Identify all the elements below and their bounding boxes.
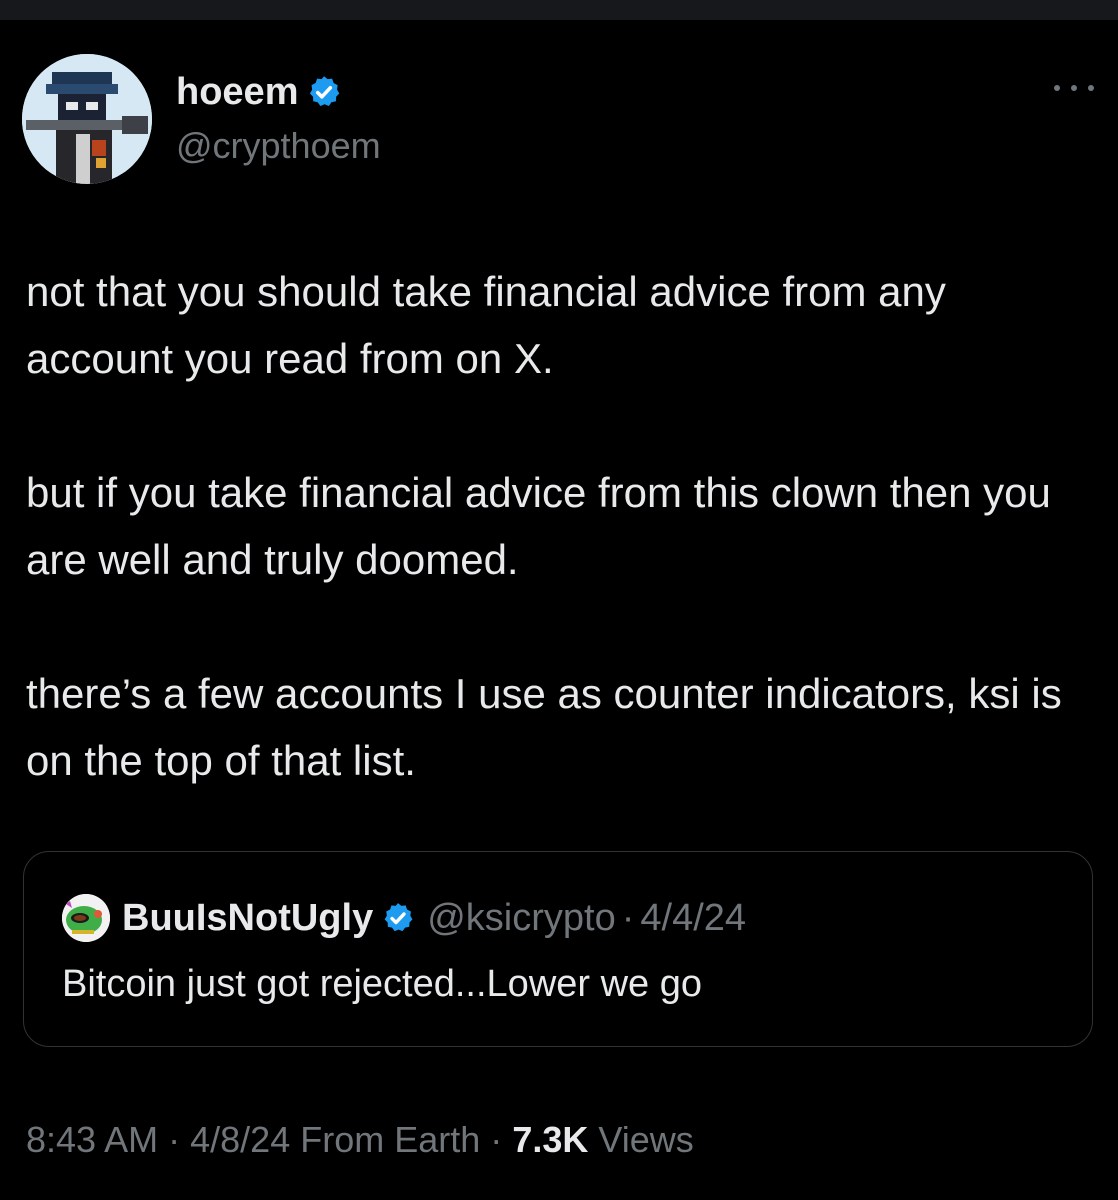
- separator-dot: ·: [621, 896, 635, 939]
- tweet-paragraph: not that you should take financial advic…: [26, 268, 946, 382]
- pixel-art-avatar-icon: [22, 54, 152, 184]
- verified-badge-icon: [384, 903, 413, 932]
- author-avatar[interactable]: [22, 54, 152, 184]
- quoted-author-avatar[interactable]: [62, 894, 110, 942]
- views-label: Views: [598, 1119, 694, 1160]
- tweet-metadata: 8:43 AM · 4/8/24 From Earth · 7.3K Views: [26, 1116, 694, 1164]
- views-count[interactable]: 7.3K: [512, 1119, 588, 1160]
- verified-badge-icon: [310, 76, 340, 106]
- quoted-tweet-header: BuuIsNotUgly @ksicrypto · 4/4/24: [62, 894, 746, 942]
- tweet-source: From Earth: [300, 1119, 481, 1160]
- quoted-author-handle[interactable]: @ksicrypto: [427, 897, 616, 940]
- quoted-author-display-name[interactable]: BuuIsNotUgly: [122, 897, 373, 940]
- cartoon-avatar-icon: [62, 894, 110, 942]
- separator-dot: ·: [168, 1119, 181, 1160]
- author-handle[interactable]: @crypthoem: [176, 124, 381, 168]
- quoted-tweet-date[interactable]: 4/4/24: [640, 897, 746, 940]
- quoted-tweet-card[interactable]: BuuIsNotUgly @ksicrypto · 4/4/24 Bitcoin…: [23, 851, 1093, 1047]
- tweet-body: not that you should take financial advic…: [26, 258, 1096, 861]
- separator-dot: ·: [490, 1119, 503, 1160]
- author-display-name[interactable]: hoeem: [176, 70, 298, 114]
- more-dot: [1054, 85, 1060, 91]
- tweet-date[interactable]: 4/8/24: [190, 1119, 290, 1160]
- more-options-icon[interactable]: [1054, 78, 1094, 98]
- quoted-tweet-text: Bitcoin just got rejected...Lower we go: [62, 963, 703, 1005]
- tweet-paragraph: but if you take financial advice from th…: [26, 469, 1051, 583]
- more-dot: [1071, 85, 1077, 91]
- tweet-time[interactable]: 8:43 AM: [26, 1119, 158, 1160]
- tweet-paragraph: there’s a few accounts I use as counter …: [26, 670, 1062, 784]
- top-status-bar: [0, 0, 1118, 20]
- more-dot: [1088, 85, 1094, 91]
